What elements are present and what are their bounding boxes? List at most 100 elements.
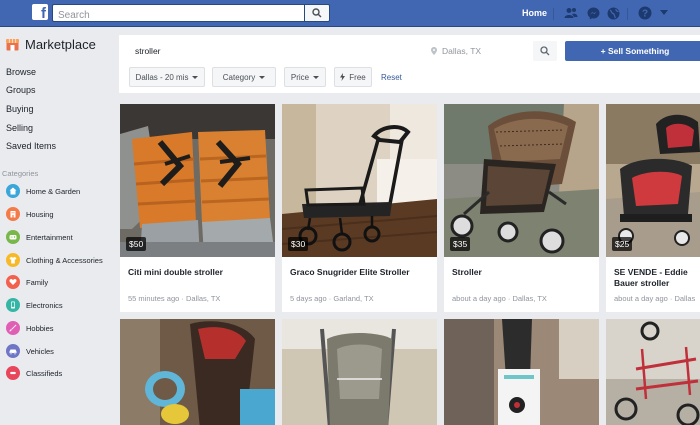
free-filter-button[interactable]: Free: [334, 67, 372, 87]
category-label: Hobbies: [26, 323, 54, 333]
categories-header: Categories: [2, 169, 39, 178]
listing-card[interactable]: $50 Citi mini double stroller 55 minutes…: [120, 104, 275, 312]
messenger-icon[interactable]: [585, 5, 601, 21]
marketplace-header[interactable]: Marketplace: [6, 37, 96, 52]
category-electronics[interactable]: Electronics: [6, 298, 63, 312]
listing-card[interactable]: $25 SE VENDE - Eddie Bauer stroller abou…: [606, 104, 700, 312]
global-search-box[interactable]: [52, 4, 304, 24]
marketplace-search-box[interactable]: [129, 41, 424, 61]
category-entertainment[interactable]: Entertainment: [6, 230, 73, 244]
listing-photo: [444, 104, 599, 257]
listing-title[interactable]: Citi mini double stroller: [128, 267, 268, 278]
listing-card[interactable]: [444, 319, 599, 425]
housing-icon: [6, 207, 20, 221]
friends-icon[interactable]: [563, 5, 579, 21]
location-filter-button[interactable]: Dallas - 20 mis: [129, 67, 205, 87]
category-label: Electronics: [26, 300, 63, 310]
price-tag: $25: [612, 237, 633, 251]
listing-photo: [444, 319, 599, 425]
category-label: Family: [26, 277, 49, 287]
listing-card[interactable]: [606, 319, 700, 425]
category-filter-button[interactable]: Category: [212, 67, 276, 87]
chevron-down-icon: [313, 75, 320, 79]
topbar-divider: [553, 8, 554, 20]
sell-something-button[interactable]: + Sell Something: [565, 41, 700, 61]
listing-card[interactable]: [282, 319, 437, 425]
category-vehicles[interactable]: Vehicles: [6, 344, 54, 358]
clothing-icon: [6, 253, 20, 267]
category-filter-label: Category: [222, 72, 256, 82]
home-link[interactable]: Home: [522, 8, 547, 18]
price-filter-button[interactable]: Price: [284, 67, 326, 87]
location-input[interactable]: [437, 41, 537, 61]
listing-meta: about a day ago · Dallas, TX: [452, 294, 547, 303]
reset-filters-link[interactable]: Reset: [381, 73, 402, 82]
location-filter-label: Dallas - 20 mis: [135, 72, 189, 82]
chevron-down-icon: [259, 75, 266, 79]
marketplace-sidebar: Marketplace Browse Groups Buying Selling…: [0, 27, 118, 425]
sidebar-link-saved-items[interactable]: Saved Items: [6, 141, 56, 151]
listing-photo: [282, 319, 437, 425]
global-search-button[interactable]: [304, 4, 330, 22]
listing-meta: 5 days ago · Garland, TX: [290, 294, 374, 303]
chevron-down-icon: [192, 75, 199, 79]
category-label: Housing: [26, 209, 54, 219]
search-icon: [540, 46, 550, 56]
sidebar-link-selling[interactable]: Selling: [6, 123, 33, 133]
help-icon[interactable]: ?: [637, 5, 653, 21]
category-clothing-accessories[interactable]: Clothing & Accessories: [6, 253, 103, 267]
listing-photo: [606, 319, 700, 425]
hobbies-icon: [6, 321, 20, 335]
category-label: Vehicles: [26, 346, 54, 356]
price-filter-label: Price: [290, 72, 310, 82]
topbar-divider-2: [627, 8, 628, 20]
category-label: Home & Garden: [26, 186, 81, 196]
price-tag: $30: [288, 237, 309, 251]
marketplace-search-input[interactable]: [129, 41, 424, 61]
search-icon: [312, 8, 322, 18]
location-search-button[interactable]: [533, 41, 557, 61]
listing-card[interactable]: [120, 319, 275, 425]
listing-title[interactable]: SE VENDE - Eddie Bauer stroller: [614, 267, 696, 289]
vehicles-icon: [6, 344, 20, 358]
free-filter-label: Free: [349, 72, 366, 82]
dropdown-icon[interactable]: [656, 5, 672, 21]
price-tag: $35: [450, 237, 471, 251]
category-label: Clothing & Accessories: [26, 255, 103, 265]
top-navigation-bar: f Home ?: [0, 0, 700, 27]
listing-title[interactable]: Stroller: [452, 267, 592, 278]
listing-card[interactable]: $35 Stroller about a day ago · Dallas, T…: [444, 104, 599, 312]
category-family[interactable]: Family: [6, 275, 48, 289]
family-icon: [6, 275, 20, 289]
listing-photo: [282, 104, 437, 257]
listing-meta: about a day ago · Dallas: [614, 294, 696, 303]
listing-photo: [120, 104, 275, 257]
sidebar-link-browse[interactable]: Browse: [6, 67, 36, 77]
listing-meta: 55 minutes ago · Dallas, TX: [128, 294, 221, 303]
electronics-icon: [6, 298, 20, 312]
category-home-garden[interactable]: Home & Garden: [6, 184, 80, 198]
home-icon: [6, 184, 20, 198]
category-hobbies[interactable]: Hobbies: [6, 321, 54, 335]
classifieds-icon: [6, 366, 20, 380]
search-filter-panel: + Sell Something Dallas - 20 mis Categor…: [119, 35, 700, 93]
svg-text:?: ?: [642, 9, 648, 20]
global-search-input[interactable]: [53, 7, 304, 24]
listing-card[interactable]: $30 Graco Snugrider Elite Stroller 5 day…: [282, 104, 437, 312]
category-label: Classifieds: [26, 368, 63, 378]
listing-photo: [120, 319, 275, 425]
price-tag: $50: [126, 237, 147, 251]
listing-title[interactable]: Graco Snugrider Elite Stroller: [290, 267, 430, 278]
sidebar-link-groups[interactable]: Groups: [6, 85, 36, 95]
facebook-logo-icon[interactable]: f: [32, 4, 48, 22]
category-label: Entertainment: [26, 232, 73, 242]
facebook-logo-letter: f: [41, 5, 46, 22]
category-housing[interactable]: Housing: [6, 207, 54, 221]
marketplace-store-icon: [6, 39, 19, 51]
listing-photo: [606, 104, 700, 257]
sidebar-link-buying[interactable]: Buying: [6, 104, 34, 114]
marketplace-title: Marketplace: [25, 37, 96, 52]
globe-icon[interactable]: [605, 5, 621, 21]
category-classifieds[interactable]: Classifieds: [6, 366, 62, 380]
lightning-icon: [340, 73, 346, 81]
